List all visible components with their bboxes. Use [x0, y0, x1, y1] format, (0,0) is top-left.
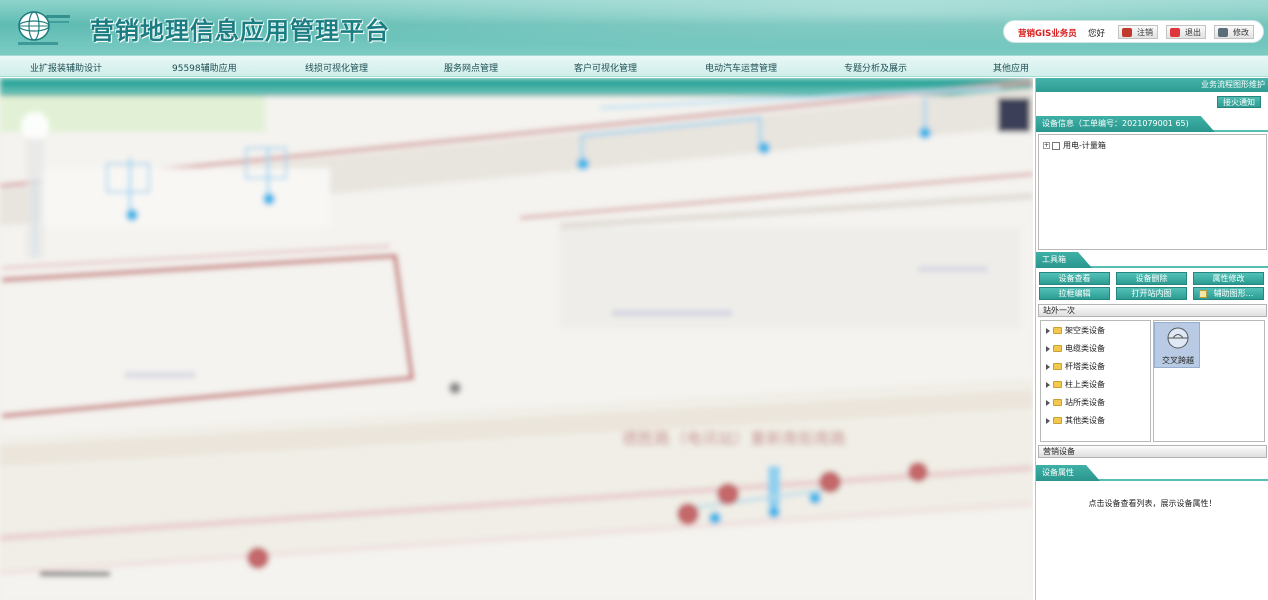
folder-icon — [1053, 381, 1062, 388]
expand-arrow-icon — [1046, 381, 1050, 388]
auxiliary-graphics-button[interactable]: 辅助图形... — [1193, 287, 1264, 300]
pencil-icon — [1199, 290, 1207, 298]
category-label: 杆塔类设备 — [1065, 362, 1105, 371]
expand-arrow-icon — [1046, 399, 1050, 406]
device-tree-checkbox[interactable] — [1052, 141, 1060, 150]
delete-device-button[interactable]: 设备删除 — [1116, 272, 1187, 285]
nav-item-service-outlets[interactable]: 服务网点管理 — [444, 61, 498, 74]
edit-label: 修改 — [1233, 28, 1249, 37]
modify-attributes-button[interactable]: 属性修改 — [1193, 272, 1264, 285]
main-nav: 业扩报装辅助设计 95598辅助应用 线损可视化管理 服务网点管理 客户可视化管… — [0, 55, 1268, 77]
open-station-diagram-button[interactable]: 打开站内图 — [1116, 287, 1187, 300]
category-tower[interactable]: 杆塔类设备 — [1046, 361, 1105, 372]
expand-arrow-icon — [1046, 345, 1050, 352]
expand-arrow-icon — [1046, 417, 1050, 424]
crossing-symbol[interactable]: 交叉跨越 — [1154, 322, 1200, 368]
station-outside-header[interactable]: 站外一次 — [1038, 304, 1267, 317]
app-header: 营销地理信息应用管理平台 营销GIS业务员 您好 注销 退出 修改 — [0, 0, 1268, 55]
user-bar: 营销GIS业务员 您好 注销 退出 修改 — [1003, 20, 1264, 43]
toolbox-header: 工具箱 — [1036, 252, 1268, 268]
device-property-title: 设备属性 — [1036, 465, 1100, 481]
map-road-label: 德胜路（电讯站）重新南街南路 — [622, 429, 846, 448]
device-tree-root[interactable]: + 用电-计量箱 — [1043, 140, 1106, 151]
property-hint-text: 点击设备查看列表，展示设备属性！ — [1088, 499, 1217, 508]
view-device-button[interactable]: 设备查看 — [1039, 272, 1110, 285]
category-pole-mounted[interactable]: 柱上类设备 — [1046, 379, 1105, 390]
nav-item-customer-visualization[interactable]: 客户可视化管理 — [574, 61, 637, 74]
crossing-icon — [1167, 327, 1189, 349]
exit-icon — [1170, 28, 1180, 37]
nav-item-thematic-analysis[interactable]: 专题分析及展示 — [844, 61, 907, 74]
greeting-text: 您好 — [1088, 29, 1106, 39]
auxiliary-graphics-label: 辅助图形... — [1213, 289, 1254, 298]
crossing-symbol-label: 交叉跨越 — [1162, 356, 1194, 365]
logout-icon — [1122, 28, 1132, 37]
connection-notice-button[interactable]: 接火通知 — [1217, 96, 1261, 108]
folder-icon — [1053, 327, 1062, 334]
right-panel: 业务流程图形维护 接火通知 设备信息（工单编号：2021079001 65) +… — [1035, 78, 1268, 600]
nav-item-line-loss[interactable]: 线损可视化管理 — [305, 61, 368, 74]
folder-icon — [1053, 417, 1062, 424]
device-tree-root-label: 用电-计量箱 — [1063, 141, 1106, 150]
nav-item-business-expansion[interactable]: 业扩报装辅助设计 — [30, 61, 102, 74]
box-edit-button[interactable]: 拉框编辑 — [1039, 287, 1110, 300]
exit-label: 退出 — [1185, 28, 1201, 37]
category-label: 柱上类设备 — [1065, 380, 1105, 389]
folder-icon — [1053, 363, 1062, 370]
nav-item-95598[interactable]: 95598辅助应用 — [172, 61, 237, 74]
app-title: 营销地理信息应用管理平台 — [90, 16, 390, 45]
map-graphics[interactable]: 德胜路（电讯站）重新南街南路 — [0, 78, 1033, 600]
category-tree-box: 架空类设备 电缆类设备 杆塔类设备 柱上类设备 站所类设备 其他类设备 — [1040, 320, 1151, 442]
category-label: 站所类设备 — [1065, 398, 1105, 407]
device-info-title: 设备信息（工单编号：2021079001 65) — [1036, 116, 1215, 132]
state-grid-logo-icon — [18, 11, 70, 45]
folder-icon — [1053, 399, 1062, 406]
logout-label: 注销 — [1137, 28, 1153, 37]
nav-item-other-apps[interactable]: 其他应用 — [993, 61, 1029, 74]
expand-icon[interactable]: + — [1043, 142, 1050, 149]
marketing-device-header[interactable]: 营销设备 — [1038, 445, 1267, 458]
device-info-header: 设备信息（工单编号：2021079001 65) — [1036, 116, 1268, 132]
nav-item-ev-operations[interactable]: 电动汽车运营管理 — [705, 61, 777, 74]
exit-button[interactable]: 退出 — [1166, 25, 1206, 39]
category-overhead[interactable]: 架空类设备 — [1046, 325, 1105, 336]
category-cable[interactable]: 电缆类设备 — [1046, 343, 1105, 354]
category-label: 架空类设备 — [1065, 326, 1105, 335]
category-other[interactable]: 其他类设备 — [1046, 415, 1105, 426]
edit-button[interactable]: 修改 — [1214, 25, 1254, 39]
folder-icon — [1053, 345, 1062, 352]
user-role: 营销GIS业务员 — [1018, 29, 1077, 39]
expand-arrow-icon — [1046, 363, 1050, 370]
edit-icon — [1218, 28, 1228, 37]
logout-button[interactable]: 注销 — [1118, 25, 1158, 39]
device-property-header: 设备属性 — [1036, 465, 1268, 481]
category-label: 其他类设备 — [1065, 416, 1105, 425]
toolbox-title: 工具箱 — [1036, 252, 1092, 268]
category-substation[interactable]: 站所类设备 — [1046, 397, 1105, 408]
category-label: 电缆类设备 — [1065, 344, 1105, 353]
expand-arrow-icon — [1046, 327, 1050, 334]
map-canvas[interactable]: 德胜路（电讯站）重新南街南路 — [0, 78, 1033, 600]
panel-top-bar: 业务流程图形维护 — [1036, 78, 1268, 92]
device-tree-box: + 用电-计量箱 — [1038, 134, 1267, 250]
